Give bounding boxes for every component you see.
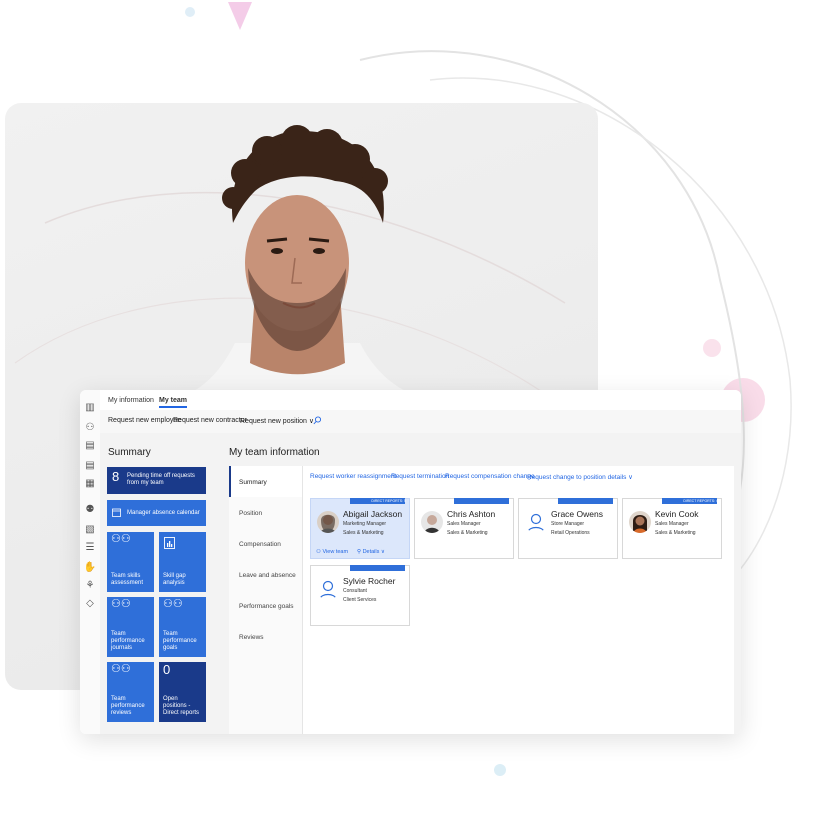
vtab-reviews[interactable]: Reviews: [239, 634, 264, 641]
team-skills-assessment-tile[interactable]: ⚇⚇ Team skills assessment: [107, 532, 154, 592]
action-bar: Request new employee Request new contrac…: [100, 410, 741, 434]
request-change-position-details-link[interactable]: Request change to position details ∨: [527, 473, 633, 481]
person-placeholder-icon: [319, 580, 337, 600]
hr-app-window: ▥ ⚇ ▤ ▤ ▦ ⚉ ▧ ☰ ✋ ⚘ ◇ My information My …: [80, 390, 741, 734]
summary-panel: Summary 8 Pending time off requests from…: [100, 433, 226, 734]
tab-my-team[interactable]: My team: [159, 397, 188, 408]
people-icon: ⚇⚇: [111, 533, 131, 545]
employee-name: Kevin Cook: [655, 509, 699, 519]
request-worker-reassignment-link[interactable]: Request worker reassignment: [310, 473, 396, 480]
calendar-icon[interactable]: ▦: [83, 478, 97, 490]
team-content: Request worker reassignment Request term…: [303, 466, 734, 734]
tile-label: Skill gap analysis: [163, 573, 186, 586]
view-team-button[interactable]: ⚇ View team: [316, 549, 348, 555]
view-team-label: View team: [322, 549, 349, 555]
people-icon[interactable]: ⚉: [83, 504, 97, 516]
people-icon: ⚇⚇: [111, 663, 131, 675]
pending-label: Pending time off requests from my team: [127, 473, 195, 486]
direct-reports-bar: [350, 565, 405, 571]
employee-department: Sales & Marketing: [655, 530, 696, 536]
people-icon: ⚇⚇: [111, 598, 131, 610]
home-icon[interactable]: ▥: [83, 402, 97, 414]
tile-label: Team performance journals: [111, 631, 145, 651]
person-icon[interactable]: ⚇: [83, 422, 97, 434]
vtab-leave-and-absence[interactable]: Leave and absence: [239, 572, 296, 579]
request-new-contractor-button[interactable]: Request new contractor: [173, 417, 247, 424]
avatar: [629, 511, 651, 533]
direct-reports-badge: DIRECT REPORTS: 4: [683, 499, 718, 503]
document-icon[interactable]: ▤: [83, 460, 97, 472]
employee-role: Sales Manager: [447, 521, 481, 527]
team-info-panel: My team information Summary Position Com…: [226, 433, 741, 734]
employee-card-kevin-cook[interactable]: DIRECT REPORTS: 4 Kevin Cook Sales Manag…: [622, 498, 722, 559]
details-label: Details ∨: [362, 549, 385, 555]
team-performance-goals-tile[interactable]: ⚇⚇ Team performance goals: [159, 597, 206, 657]
vertical-tabs: Summary Position Compensation Leave and …: [229, 466, 303, 734]
vtab-compensation[interactable]: Compensation: [239, 541, 281, 548]
details-button[interactable]: ⚲ Details ∨: [357, 549, 385, 555]
tab-my-information[interactable]: My information: [108, 397, 154, 404]
request-new-position-button[interactable]: Request new position ∨: [240, 417, 314, 425]
employee-role: Marketing Manager: [343, 521, 387, 527]
team-performance-journals-tile[interactable]: ⚇⚇ Team performance journals: [107, 597, 154, 657]
employee-name: Abigail Jackson: [343, 509, 403, 519]
vtab-performance-goals[interactable]: Performance goals: [239, 603, 294, 610]
manager-absence-calendar-tile[interactable]: Manager absence calendar: [107, 500, 206, 526]
request-new-employee-button[interactable]: Request new employee: [108, 417, 181, 424]
employee-department: Client Services: [343, 597, 377, 603]
team-info-title: My team information: [229, 447, 320, 458]
employee-name: Chris Ashton: [447, 509, 496, 519]
report-icon: [164, 537, 175, 549]
people-icon: ⚇⚇: [163, 598, 183, 610]
employee-name: Grace Owens: [551, 509, 603, 519]
employee-card-grace-owens[interactable]: Grace Owens Store Manager Retail Operati…: [518, 498, 618, 559]
employee-name: Sylvie Rocher: [343, 576, 396, 586]
badge-icon[interactable]: ▧: [83, 524, 97, 536]
employee-card-chris-ashton[interactable]: Chris Ashton Sales Manager Sales & Marke…: [414, 498, 514, 559]
tile-label: Team skills assessment: [111, 573, 144, 586]
calendar-icon: [112, 508, 121, 517]
top-tabs: My information My team: [100, 390, 741, 410]
vtab-position[interactable]: Position: [239, 510, 262, 517]
skill-gap-analysis-tile[interactable]: Skill gap analysis: [159, 532, 206, 592]
employee-card-sylvie-rocher[interactable]: Sylvie Rocher Consultant Client Services: [310, 565, 410, 626]
list-icon[interactable]: ☰: [83, 542, 97, 554]
person-placeholder-icon: [527, 513, 545, 533]
tile-label: Team performance goals: [163, 631, 197, 651]
employee-role: Sales Manager: [655, 521, 689, 527]
hand-icon[interactable]: ✋: [83, 562, 97, 574]
request-termination-link[interactable]: Request termination: [391, 473, 449, 480]
summary-title: Summary: [108, 447, 151, 458]
pending-count: 8: [112, 469, 120, 484]
employee-role: Store Manager: [551, 521, 585, 527]
employee-department: Sales & Marketing: [447, 530, 488, 536]
tile-label: Team performance reviews: [111, 696, 145, 716]
employee-department: Sales & Marketing: [343, 530, 384, 536]
avatar: [317, 511, 339, 533]
tag-icon[interactable]: ◇: [83, 598, 97, 610]
pending-time-off-tile[interactable]: 8 Pending time off requests from my team: [107, 467, 206, 494]
calendar-label: Manager absence calendar: [127, 510, 200, 516]
document-icon[interactable]: ▤: [83, 440, 97, 452]
nav-rail: ▥ ⚇ ▤ ▤ ▦ ⚉ ▧ ☰ ✋ ⚘ ◇: [80, 390, 101, 734]
team-performance-reviews-tile[interactable]: ⚇⚇ Team performance reviews: [107, 662, 154, 722]
request-compensation-change-link[interactable]: Request compensation change: [445, 473, 535, 480]
vtab-summary[interactable]: Summary: [239, 479, 267, 486]
open-count: 0: [163, 662, 171, 677]
employee-department: Retail Operations: [551, 530, 590, 536]
open-positions-tile[interactable]: 0 Open positions - Direct reports: [159, 662, 206, 722]
avatar: [421, 511, 443, 533]
direct-reports-badge: DIRECT REPORTS: 5: [371, 499, 406, 503]
direct-reports-bar: [558, 498, 613, 504]
org-chart-icon[interactable]: ⚘: [83, 580, 97, 592]
employee-role: Consultant: [343, 588, 367, 594]
tile-label: Open positions - Direct reports: [163, 696, 200, 716]
employee-card-abigail-jackson[interactable]: DIRECT REPORTS: 5 Abigail Jackson Market…: [310, 498, 410, 559]
direct-reports-bar: [454, 498, 509, 504]
search-icon[interactable]: [313, 416, 322, 425]
